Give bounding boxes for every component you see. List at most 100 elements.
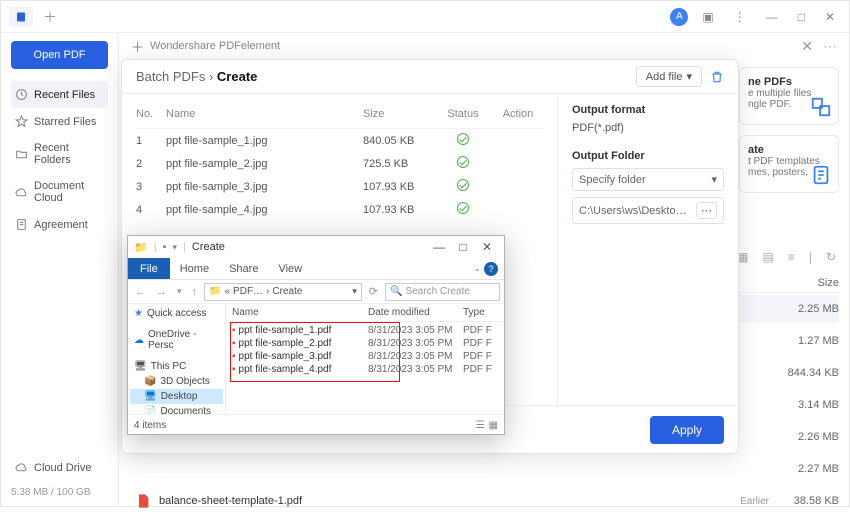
view-list-icon[interactable]: ≡ bbox=[785, 248, 798, 266]
check-icon bbox=[457, 179, 469, 191]
nav-quick-access[interactable]: ★Quick access bbox=[130, 306, 223, 321]
more-icon[interactable]: ⋯ bbox=[823, 38, 837, 55]
check-icon bbox=[457, 202, 469, 214]
open-pdf-button[interactable]: Open PDF bbox=[11, 41, 108, 69]
col-action: Action bbox=[493, 104, 543, 124]
minimize-button[interactable]: — bbox=[760, 6, 784, 28]
table-row[interactable]: 1ppt file-sample_1.jpg840.05 KB bbox=[136, 129, 543, 152]
view-switcher: ▦ ▤ ≡ | ↻ bbox=[734, 248, 839, 266]
sidebar-item-document-cloud[interactable]: Document Cloud bbox=[11, 173, 108, 211]
panel-icon[interactable]: ▣ bbox=[696, 6, 719, 28]
menu-view[interactable]: View bbox=[268, 263, 312, 275]
divider: | bbox=[154, 241, 157, 253]
close-button[interactable]: ✕ bbox=[476, 240, 498, 254]
up-button[interactable]: ↑ bbox=[189, 286, 201, 298]
chevron-down-icon: ▾ bbox=[711, 173, 717, 186]
app-tab[interactable] bbox=[9, 7, 33, 27]
feature-card-combine[interactable]: ne PDFs e multiple files ngle PDF. bbox=[739, 67, 839, 125]
nav-documents[interactable]: 📄Documents bbox=[130, 404, 223, 414]
pdf-icon: ▪ bbox=[232, 351, 236, 362]
col-status: Status bbox=[433, 104, 493, 124]
feature-cards: ne PDFs e multiple files ngle PDF. ate t… bbox=[739, 67, 839, 193]
output-path[interactable]: C:\Users\ws\Desktop\PDFelement\Cre…⋯ bbox=[572, 197, 724, 224]
explorer-status-bar: 4 items ☰ ▦ bbox=[128, 414, 504, 436]
divider: | bbox=[806, 248, 815, 266]
refresh-icon[interactable]: ⟳ bbox=[366, 285, 381, 298]
breadcrumb-path[interactable]: 📁« PDF… › Create ▾ bbox=[204, 283, 362, 301]
sidebar-item-recent-files[interactable]: Recent Files bbox=[11, 81, 108, 108]
card-title: ne PDFs bbox=[748, 76, 830, 88]
close-button[interactable]: ✕ bbox=[819, 6, 841, 28]
sidebar-item-agreement[interactable]: Agreement bbox=[11, 211, 108, 238]
chevron-down-icon[interactable]: ▾ bbox=[172, 242, 177, 253]
output-format-label: Output format bbox=[572, 104, 724, 116]
sidebar-label: Recent Files bbox=[34, 89, 95, 101]
col-size: Size bbox=[363, 104, 433, 124]
nav-onedrive[interactable]: ☁OneDrive - Persc bbox=[130, 327, 223, 353]
history-icon[interactable]: ▾ bbox=[174, 286, 185, 297]
chevron-down-icon[interactable]: ⌄ bbox=[473, 263, 481, 274]
list-item[interactable]: ▪ppt file-sample_1.pdf8/31/2023 3:05 PMP… bbox=[232, 324, 498, 337]
pdf-icon: ▪ bbox=[232, 338, 236, 349]
table-row[interactable]: 2ppt file-sample_2.jpg725.5 KB bbox=[136, 152, 543, 175]
expand-icon[interactable]: ▪ bbox=[163, 241, 167, 253]
feature-card-template[interactable]: ate t PDF templates mes, posters, bbox=[739, 135, 839, 193]
search-icon: 🔍 bbox=[390, 286, 402, 297]
forward-button[interactable]: → bbox=[153, 286, 170, 298]
trash-icon[interactable] bbox=[710, 70, 724, 84]
template-icon bbox=[810, 164, 832, 186]
add-file-button[interactable]: Add file▾ bbox=[636, 66, 702, 87]
table-row[interactable]: 3ppt file-sample_3.jpg107.93 KB bbox=[136, 175, 543, 198]
search-input[interactable]: 🔍Search Create bbox=[385, 283, 500, 301]
file-time: Earlier bbox=[709, 496, 769, 507]
view-tiles-icon[interactable]: ▦ bbox=[489, 420, 498, 431]
pdf-icon: ▪ bbox=[232, 325, 236, 336]
nav-3d-objects[interactable]: 📦3D Objects bbox=[130, 374, 223, 389]
menu-file[interactable]: File bbox=[128, 258, 170, 279]
list-item[interactable]: ▪ppt file-sample_4.pdf8/31/2023 3:05 PMP… bbox=[232, 363, 498, 376]
sidebar-item-cloud-drive[interactable]: Cloud Drive bbox=[11, 454, 108, 481]
list-item[interactable]: ▪ppt file-sample_3.pdf8/31/2023 3:05 PMP… bbox=[232, 350, 498, 363]
batch-side-panel: Output format PDF(*.pdf) Output Folder S… bbox=[558, 94, 738, 405]
check-icon bbox=[457, 156, 469, 168]
explorer-menu: File Home Share View ⌄? bbox=[128, 258, 504, 280]
avatar[interactable]: A bbox=[670, 8, 688, 26]
menu-home[interactable]: Home bbox=[170, 263, 219, 275]
titlebar: ＋ A ▣ ⋮ — □ ✕ bbox=[1, 1, 849, 33]
explorer-titlebar: 📁 | ▪ ▾ | Create — □ ✕ bbox=[128, 236, 504, 258]
folder-icon: 📁 bbox=[134, 241, 148, 254]
list-item[interactable]: balance-sheet-template-1.pdf Earlier 38.… bbox=[135, 487, 839, 515]
apply-button[interactable]: Apply bbox=[650, 416, 724, 444]
combine-icon bbox=[810, 96, 832, 118]
help-icon[interactable]: ? bbox=[484, 262, 498, 276]
plus-icon[interactable]: ＋ bbox=[131, 37, 144, 56]
storage-quota: 5.38 MB / 100 GB bbox=[11, 487, 108, 498]
minimize-button[interactable]: — bbox=[428, 240, 450, 254]
browse-icon[interactable]: ⋯ bbox=[696, 202, 717, 219]
maximize-button[interactable]: □ bbox=[452, 240, 474, 254]
refresh-icon[interactable]: ↻ bbox=[823, 248, 839, 266]
folder-select[interactable]: Specify folder▾ bbox=[572, 168, 724, 191]
list-item[interactable]: ▪ppt file-sample_2.pdf8/31/2023 3:05 PMP… bbox=[232, 337, 498, 350]
view-grid-icon[interactable]: ▤ bbox=[759, 248, 776, 266]
close-panel-icon[interactable]: ✕ bbox=[801, 38, 813, 55]
maximize-button[interactable]: □ bbox=[792, 6, 811, 28]
sidebar-label: Agreement bbox=[34, 219, 88, 231]
more-icon[interactable]: ⋮ bbox=[728, 6, 752, 28]
sidebar-item-starred-files[interactable]: Starred Files bbox=[11, 108, 108, 135]
explorer-address-bar: ← → ▾ ↑ 📁« PDF… › Create ▾ ⟳ 🔍Search Cre… bbox=[128, 280, 504, 304]
sidebar-item-recent-folders[interactable]: Recent Folders bbox=[11, 135, 108, 173]
nav-desktop[interactable]: 🖥Desktop bbox=[130, 389, 223, 404]
back-button[interactable]: ← bbox=[132, 286, 149, 298]
chevron-down-icon[interactable]: ▾ bbox=[352, 286, 357, 297]
list-item[interactable]: 2.27 MB bbox=[135, 455, 839, 483]
col-name: Name bbox=[166, 104, 363, 124]
new-tab-button[interactable]: ＋ bbox=[39, 7, 61, 27]
view-details-icon[interactable]: ☰ bbox=[476, 420, 485, 431]
folder-icon: 📁 bbox=[209, 286, 221, 297]
nav-this-pc[interactable]: 🖥This PC bbox=[130, 359, 223, 374]
table-row[interactable]: 4ppt file-sample_4.jpg107.93 KB bbox=[136, 198, 543, 221]
menu-share[interactable]: Share bbox=[219, 263, 268, 275]
item-count: 4 items bbox=[134, 420, 166, 431]
col-no: No. bbox=[136, 104, 166, 124]
